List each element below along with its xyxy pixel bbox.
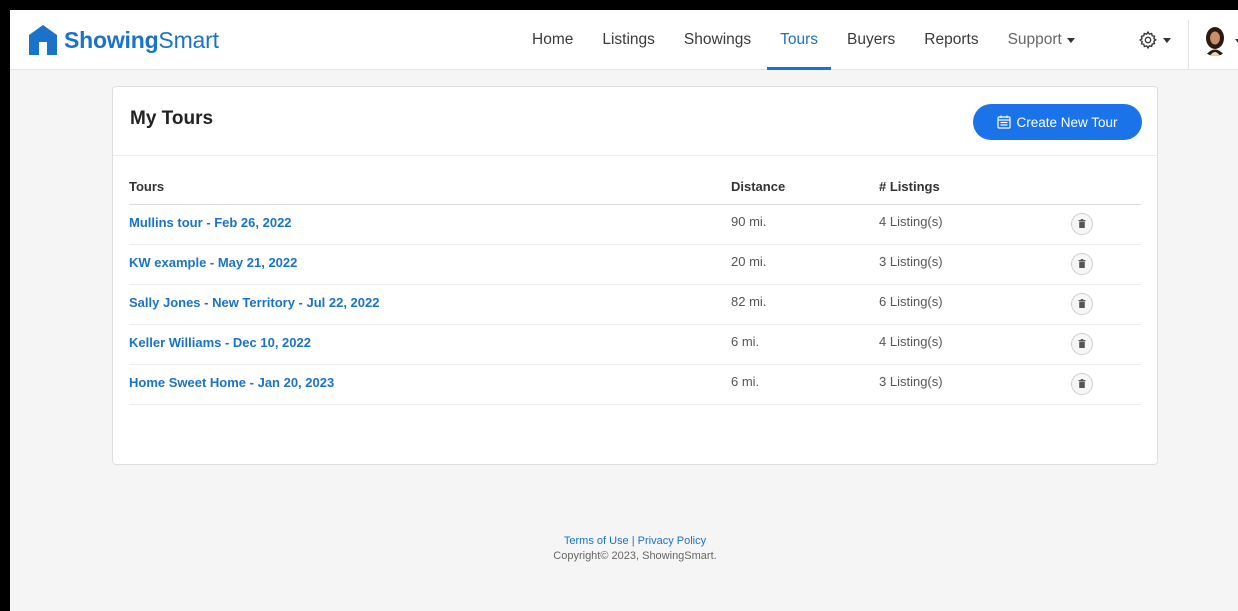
trash-icon (1078, 299, 1086, 308)
main-nav: Home Listings Showings Tours Buyers Repo… (532, 10, 1104, 70)
trash-icon (1078, 219, 1086, 228)
tour-listings-count: 4 Listing(s) (879, 324, 1069, 365)
copyright-text: Copyright© 2023, ShowingSmart. (553, 550, 717, 562)
tour-distance: 90 mi. (731, 204, 879, 245)
tour-distance: 82 mi. (731, 284, 879, 325)
tour-name-cell: Mullins tour - Feb 26, 2022 (129, 204, 731, 245)
tours-table: Tours Distance # Listings Mullins tour -… (129, 175, 1141, 405)
avatar (1200, 26, 1230, 56)
tour-name-cell: Keller Williams - Dec 10, 2022 (129, 324, 731, 365)
column-header-distance: Distance (731, 175, 879, 205)
table-row: KW example - May 21, 2022 20 mi. 3 Listing… (129, 244, 1141, 285)
tour-name-cell: KW example - May 21, 2022 (129, 244, 731, 285)
house-logo-icon (29, 25, 57, 55)
gear-icon (1138, 30, 1158, 50)
nav-listings[interactable]: Listings (602, 10, 655, 70)
nav-support-dropdown[interactable]: Support (1008, 10, 1075, 70)
tour-name-link[interactable]: Sally Jones - New Territory - Jul 22, 20… (129, 295, 379, 310)
table-row: Sally Jones - New Territory - Jul 22, 20… (129, 284, 1141, 325)
settings-dropdown[interactable] (1138, 30, 1171, 50)
footer: Terms of Use | Privacy Policy Copyright©… (0, 535, 1238, 562)
tour-actions-cell (1069, 324, 1141, 365)
top-navbar: ShowingSmart Home Listings Showings Tour… (10, 10, 1238, 70)
nav-showings[interactable]: Showings (684, 10, 751, 70)
chevron-down-icon (1163, 37, 1171, 43)
tour-listings-count: 3 Listing(s) (879, 244, 1069, 285)
table-header-row: Tours Distance # Listings (129, 175, 1141, 205)
column-header-actions (1069, 175, 1141, 205)
window-frame-top (0, 0, 1238, 10)
terms-of-use-link[interactable]: Terms of Use (564, 535, 629, 547)
tour-name-link[interactable]: Mullins tour - Feb 26, 2022 (129, 215, 292, 230)
tour-name-link[interactable]: KW example - May 21, 2022 (129, 255, 297, 270)
tour-name-cell: Home Sweet Home - Jan 20, 2023 (129, 364, 731, 405)
tour-distance: 20 mi. (731, 244, 879, 285)
user-menu[interactable] (1200, 26, 1238, 56)
tour-actions-cell (1069, 364, 1141, 405)
delete-tour-button[interactable] (1071, 212, 1093, 235)
nav-divider (1188, 20, 1189, 70)
tour-name-cell: Sally Jones - New Territory - Jul 22, 20… (129, 284, 731, 325)
brand-name: ShowingSmart (64, 26, 219, 53)
delete-tour-button[interactable] (1071, 372, 1093, 395)
trash-icon (1078, 379, 1086, 388)
nav-tours[interactable]: Tours (767, 10, 831, 70)
column-header-tours: Tours (129, 175, 731, 205)
window-frame-left (0, 0, 10, 611)
table-row: Keller Williams - Dec 10, 2022 6 mi. 4 Lis… (129, 324, 1141, 365)
footer-links: Terms of Use | Privacy Policy (0, 535, 1238, 547)
create-new-tour-label: Create New Tour (1016, 114, 1118, 130)
nav-home[interactable]: Home (532, 10, 573, 70)
footer-separator: | (628, 535, 638, 547)
nav-support-label: Support (1007, 31, 1062, 48)
tour-listings-count: 4 Listing(s) (879, 204, 1069, 245)
table-row: Mullins tour - Feb 26, 2022 90 mi. 4 Listi… (129, 204, 1141, 245)
nav-buyers[interactable]: Buyers (847, 10, 895, 70)
tour-listings-count: 3 Listing(s) (879, 364, 1069, 405)
card-header: My Tours Create New Tour (113, 87, 1157, 156)
table-row: Home Sweet Home - Jan 20, 2023 6 mi. 3 Lis… (129, 364, 1141, 405)
tour-name-link[interactable]: Home Sweet Home - Jan 20, 2023 (129, 375, 334, 390)
nav-reports[interactable]: Reports (924, 10, 978, 70)
chevron-down-icon (1066, 37, 1075, 43)
tour-name-link[interactable]: Keller Williams - Dec 10, 2022 (129, 335, 311, 350)
tours-card: My Tours Create New Tour Tours Distance … (112, 86, 1158, 465)
trash-icon (1078, 259, 1086, 268)
page-title: My Tours (130, 108, 214, 129)
brand[interactable]: ShowingSmart (28, 24, 219, 56)
tour-distance: 6 mi. (731, 364, 879, 405)
delete-tour-button[interactable] (1071, 252, 1093, 275)
calendar-icon (997, 115, 1012, 129)
column-header-listings: # Listings (879, 175, 1069, 205)
privacy-policy-link[interactable]: Privacy Policy (638, 535, 706, 547)
tour-listings-count: 6 Listing(s) (879, 284, 1069, 325)
delete-tour-button[interactable] (1071, 292, 1093, 315)
tour-actions-cell (1069, 284, 1141, 325)
tours-table-body: Mullins tour - Feb 26, 2022 90 mi. 4 Listi… (129, 204, 1141, 405)
trash-icon (1078, 339, 1086, 348)
delete-tour-button[interactable] (1071, 332, 1093, 355)
create-new-tour-button[interactable]: Create New Tour (973, 104, 1142, 140)
tour-actions-cell (1069, 244, 1141, 285)
tour-actions-cell (1069, 204, 1141, 245)
tour-distance: 6 mi. (731, 324, 879, 365)
